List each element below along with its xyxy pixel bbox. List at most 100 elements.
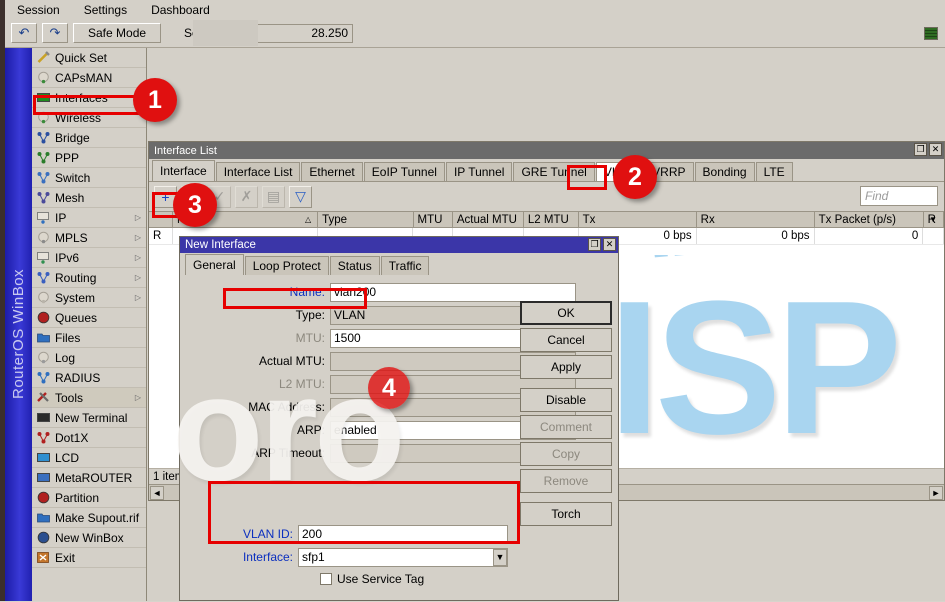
sidebar-item-label: MPLS [55, 231, 88, 245]
column-header[interactable]: L2 MTU [524, 212, 579, 227]
tools-icon [37, 391, 50, 404]
scroll-right-icon[interactable]: ► [929, 486, 943, 500]
column-header[interactable]: Type [318, 212, 413, 227]
apply-button[interactable]: Apply [520, 355, 612, 379]
close-icon[interactable]: ✕ [929, 143, 942, 156]
scroll-left-icon[interactable]: ◄ [150, 486, 164, 500]
sidebar-item-lcd[interactable]: LCD [32, 448, 146, 468]
table-cell: 0 [815, 228, 924, 244]
chevron-right-icon: ▷ [135, 213, 141, 222]
menu-dashboard[interactable]: Dashboard [147, 2, 214, 18]
sidebar-item-quick-set[interactable]: Quick Set [32, 48, 146, 68]
sidebar-item-radius[interactable]: RADIUS [32, 368, 146, 388]
column-header-label: MTU [418, 214, 443, 226]
field-text: enabled [334, 423, 377, 437]
dropdown-arrow-icon[interactable]: ▼ [493, 549, 507, 566]
interface-list-title: Interface List [154, 145, 217, 157]
chevron-right-icon: ▷ [135, 393, 141, 402]
tab-ethernet[interactable]: Ethernet [301, 162, 362, 181]
disable-button[interactable]: Disable [520, 388, 612, 412]
sidebar-item-switch[interactable]: Switch [32, 168, 146, 188]
dialog-close-icon[interactable]: ✕ [603, 238, 616, 251]
dialog-tab-general[interactable]: General [185, 254, 244, 275]
sidebar-item-ipv6[interactable]: IPv6▷ [32, 248, 146, 268]
disable-button: ✗ [235, 186, 258, 208]
cancel-button[interactable]: Cancel [520, 328, 612, 352]
sidebar-item-dot1x[interactable]: Dot1X [32, 428, 146, 448]
tab-bonding[interactable]: Bonding [695, 162, 755, 181]
menu-settings[interactable]: Settings [80, 2, 131, 18]
sidebar-item-interfaces[interactable]: Interfaces [32, 88, 146, 108]
sidebar-item-new-winbox[interactable]: New WinBox [32, 528, 146, 548]
main-menu: Quick SetCAPsMANInterfacesWirelessBridge… [32, 48, 147, 601]
dialog-maximize-icon[interactable]: ❐ [588, 238, 601, 251]
sidebar-item-files[interactable]: Files [32, 328, 146, 348]
menu-session[interactable]: Session [13, 2, 64, 18]
column-header[interactable]: Tx [579, 212, 697, 227]
field-value[interactable]: vlan200 [330, 283, 576, 302]
redo-icon[interactable]: ↷ [42, 23, 68, 43]
use-service-tag-label: Use Service Tag [337, 572, 424, 586]
sidebar-item-label: Tools [55, 391, 83, 405]
search-input[interactable]: Find [860, 186, 938, 206]
dialog-tab-status[interactable]: Status [330, 256, 380, 275]
column-header[interactable]: Rx [697, 212, 815, 227]
undo-icon[interactable]: ↶ [11, 23, 37, 43]
tab-interface-list[interactable]: Interface List [216, 162, 301, 181]
maximize-icon[interactable]: ❐ [914, 143, 927, 156]
filter-button[interactable]: ▽ [289, 186, 312, 208]
tab-eoip-tunnel[interactable]: EoIP Tunnel [364, 162, 445, 181]
sidebar-item-mesh[interactable]: Mesh [32, 188, 146, 208]
sidebar-item-metarouter[interactable]: MetaROUTER [32, 468, 146, 488]
column-header[interactable]: Actual MTU [453, 212, 524, 227]
dialog-tab-traffic[interactable]: Traffic [381, 256, 430, 275]
column-header-label: Actual MTU [457, 214, 517, 226]
column-header-label: L2 MTU [528, 214, 569, 226]
dialog-titlebar: New Interface ❐ ✕ [180, 237, 618, 253]
sidebar-item-label: IPv6 [55, 251, 79, 265]
sidebar-item-partition[interactable]: Partition [32, 488, 146, 508]
sidebar-item-make-supout-rif[interactable]: Make Supout.rif [32, 508, 146, 528]
column-header[interactable]: Tx Packet (p/s) [815, 212, 924, 227]
field-label: Type: [180, 308, 330, 322]
sidebar-item-log[interactable]: Log [32, 348, 146, 368]
sidebar-item-queues[interactable]: Queues [32, 308, 146, 328]
use-service-tag-row[interactable]: Use Service Tag [202, 569, 512, 589]
column-header[interactable]: MTU [414, 212, 453, 227]
sidebar-item-mpls[interactable]: MPLS▷ [32, 228, 146, 248]
tab-ip-tunnel[interactable]: IP Tunnel [446, 162, 512, 181]
sidebar-item-capsman[interactable]: CAPsMAN [32, 68, 146, 88]
sidebar-item-routing[interactable]: Routing▷ [32, 268, 146, 288]
sidebar-item-bridge[interactable]: Bridge [32, 128, 146, 148]
sidebar-item-ip[interactable]: IP▷ [32, 208, 146, 228]
ok-button[interactable]: OK [520, 301, 612, 325]
sidebar-item-label: System [55, 291, 95, 305]
torch-button[interactable]: Torch [520, 502, 612, 526]
sidebar-item-system[interactable]: System▷ [32, 288, 146, 308]
sidebar-item-ppp[interactable]: PPP [32, 148, 146, 168]
sidebar-item-label: New WinBox [55, 531, 124, 545]
column-header[interactable]: R▼ [924, 212, 944, 227]
sidebar-item-exit[interactable]: Exit [32, 548, 146, 568]
sidebar-item-label: Files [55, 331, 80, 345]
dialog-tab-loop-protect[interactable]: Loop Protect [245, 256, 329, 275]
column-header-label: Tx [583, 214, 596, 226]
signal-strength-icon [924, 27, 938, 40]
field-label: MAC Address: [180, 400, 330, 414]
sidebar-item-tools[interactable]: Tools ▷ [32, 388, 146, 408]
safe-mode-button[interactable]: Safe Mode [73, 23, 161, 43]
winbox-application: Session Settings Dashboard ↶ ↷ Safe Mode… [0, 0, 945, 601]
vlan-settings-group: VLAN ID:200Interface:sfp1▼ Use Service T… [202, 523, 512, 589]
sidebar-item-new-terminal[interactable]: New Terminal [32, 408, 146, 428]
sidebar-item-wireless[interactable]: Wireless [32, 108, 146, 128]
interface-list-tabs: InterfaceInterface ListEthernetEoIP Tunn… [149, 159, 944, 182]
use-service-tag-checkbox[interactable] [320, 573, 332, 585]
partition-icon [37, 491, 50, 504]
column-header[interactable] [149, 212, 173, 227]
tab-lte[interactable]: LTE [756, 162, 793, 181]
tab-interface[interactable]: Interface [152, 160, 215, 181]
tab-gre-tunnel[interactable]: GRE Tunnel [513, 162, 594, 181]
routing-icon [37, 271, 50, 284]
antenna-icon [37, 111, 50, 124]
badge-3: 3 [173, 183, 217, 227]
